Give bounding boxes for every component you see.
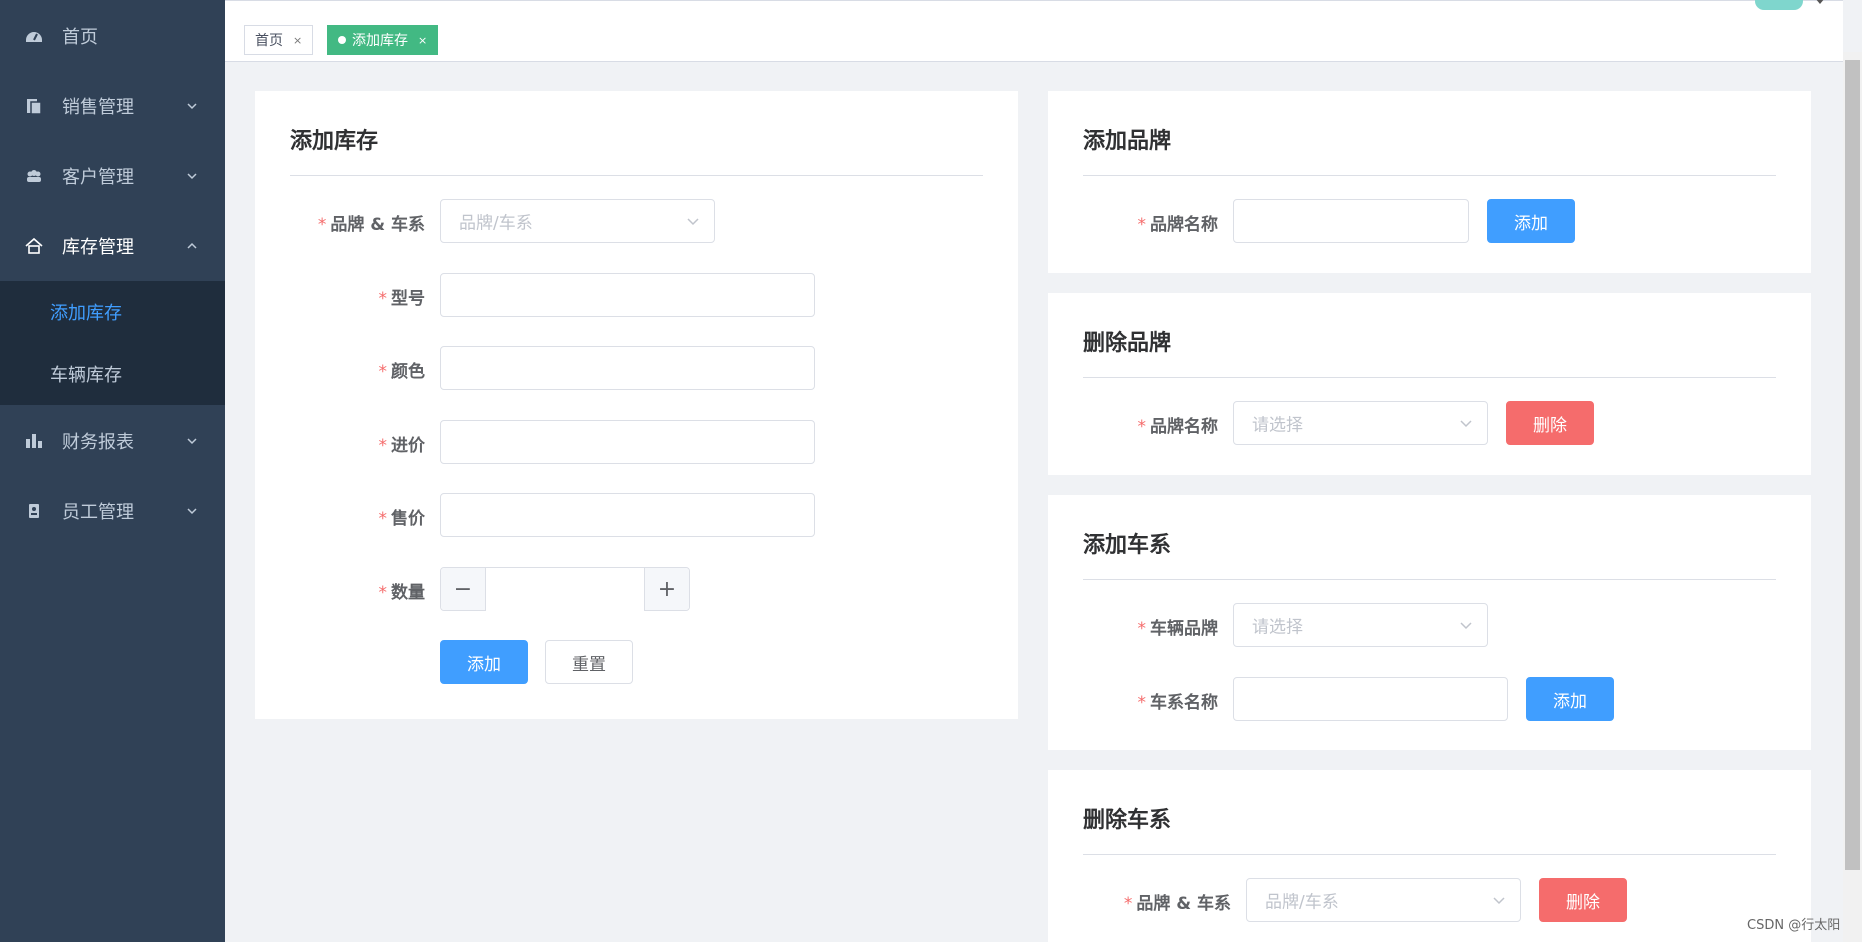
quantity-input[interactable] xyxy=(486,568,644,612)
divider xyxy=(1083,377,1776,378)
chevron-up-icon xyxy=(187,242,197,249)
card-title: 添加品牌 xyxy=(1083,129,1172,154)
quantity-label: * 数量 xyxy=(378,583,426,603)
card-title: 添加车系 xyxy=(1083,533,1172,558)
inventory-submenu: 添加库存 车辆库存 xyxy=(0,281,225,405)
submenu-item-label: 车辆库存 xyxy=(50,365,122,386)
series-name-input[interactable] xyxy=(1233,677,1508,721)
chevron-down-icon xyxy=(187,438,197,445)
decrement-button[interactable]: − xyxy=(441,568,486,610)
chevron-down-icon xyxy=(1460,622,1472,630)
sidebar-item-label: 销售管理 xyxy=(62,97,134,118)
delete-series-button[interactable]: 删除 xyxy=(1539,878,1627,922)
brand-series-label: * 品牌 & 车系 xyxy=(1123,894,1231,914)
avatar[interactable] xyxy=(1755,0,1803,10)
sidebar-item-label: 财务报表 xyxy=(62,432,134,453)
tag-label: 首页 xyxy=(255,33,283,49)
brand-name-label: * 品牌名称 xyxy=(1137,417,1219,437)
brand-series-select[interactable]: 品牌/车系 xyxy=(1246,878,1521,922)
vehicle-brand-select[interactable]: 请选择 xyxy=(1233,603,1488,647)
dashboard-icon xyxy=(26,32,42,42)
tag-home[interactable]: 首页 × xyxy=(244,25,314,55)
chevron-down-icon xyxy=(1460,420,1472,428)
purchase-price-input[interactable] xyxy=(440,420,815,464)
caret-down-icon[interactable] xyxy=(1815,0,1825,4)
select-placeholder: 请选择 xyxy=(1252,617,1303,638)
watermark: CSDN @行太阳 xyxy=(1747,918,1841,933)
chevron-down-icon xyxy=(1493,897,1505,905)
sidebar-item-inventory[interactable]: 库存管理 xyxy=(0,211,225,281)
home-icon xyxy=(25,237,43,254)
brand-name-label: * 品牌名称 xyxy=(1137,215,1219,235)
sidebar: 首页 销售管理 客户管理 库存管理 添加库存 车辆库存 财务报表 员工管理 xyxy=(0,0,225,942)
scrollbar-thumb[interactable] xyxy=(1845,60,1860,870)
increment-button[interactable]: + xyxy=(644,568,689,610)
divider xyxy=(290,175,983,176)
quantity-stepper: − + xyxy=(440,567,690,612)
sidebar-item-label: 库存管理 xyxy=(62,237,134,258)
series-name-label: * 车系名称 xyxy=(1137,693,1219,713)
sale-price-label: * 售价 xyxy=(378,509,426,529)
document-icon xyxy=(27,99,42,115)
add-series-card: 添加车系 * 车辆品牌 请选择 * 车系名称 添加 xyxy=(1048,495,1811,750)
submenu-item-label: 添加库存 xyxy=(50,303,122,324)
tags-view: 首页 × 添加库存 × xyxy=(225,0,1843,62)
add-stock-card: 添加库存 * 品牌 & 车系 品牌/车系 * 型号 * 颜色 * 进价 * 售价 * 数量 … xyxy=(255,91,1018,719)
vehicle-brand-label: * 车辆品牌 xyxy=(1137,619,1219,639)
add-series-button[interactable]: 添加 xyxy=(1526,677,1614,721)
sidebar-item-customers[interactable]: 客户管理 xyxy=(0,141,225,211)
model-input[interactable] xyxy=(440,273,815,317)
delete-brand-button[interactable]: 删除 xyxy=(1506,401,1594,445)
add-brand-card: 添加品牌 * 品牌名称 添加 xyxy=(1048,91,1811,273)
submenu-item-add-stock[interactable]: 添加库存 xyxy=(0,281,225,343)
chevron-down-icon xyxy=(187,103,197,110)
tag-add-stock[interactable]: 添加库存 × xyxy=(327,25,439,55)
divider xyxy=(1083,854,1776,855)
sidebar-item-label: 首页 xyxy=(62,27,98,48)
delete-brand-card: 删除品牌 * 品牌名称 请选择 删除 xyxy=(1048,293,1811,475)
select-placeholder: 请选择 xyxy=(1252,415,1303,436)
sale-price-input[interactable] xyxy=(440,493,815,537)
sidebar-item-label: 员工管理 xyxy=(62,502,134,523)
close-icon[interactable]: × xyxy=(293,34,302,47)
submenu-item-vehicle-stock[interactable]: 车辆库存 xyxy=(0,343,225,405)
reset-button[interactable]: 重置 xyxy=(545,640,633,684)
sidebar-item-finance[interactable]: 财务报表 xyxy=(0,406,225,476)
brand-select[interactable]: 请选择 xyxy=(1233,401,1488,445)
brand-series-select[interactable]: 品牌/车系 xyxy=(440,199,715,243)
color-input[interactable] xyxy=(440,346,815,390)
add-brand-button[interactable]: 添加 xyxy=(1487,199,1575,243)
bar-chart-icon xyxy=(26,434,42,448)
purchase-price-label: * 进价 xyxy=(378,436,426,456)
add-stock-button[interactable]: 添加 xyxy=(440,640,528,684)
active-dot-icon xyxy=(338,36,346,44)
sidebar-item-label: 客户管理 xyxy=(62,167,134,188)
brand-name-input[interactable] xyxy=(1233,199,1469,243)
close-icon[interactable]: × xyxy=(418,34,427,47)
model-label: * 型号 xyxy=(378,289,426,309)
divider xyxy=(1083,175,1776,176)
card-title: 删除品牌 xyxy=(1083,331,1172,356)
select-placeholder: 品牌/车系 xyxy=(459,213,533,234)
chevron-down-icon xyxy=(687,218,699,226)
card-title: 添加库存 xyxy=(290,129,379,154)
chevron-down-icon xyxy=(187,508,197,515)
sidebar-item-home[interactable]: 首页 xyxy=(0,1,225,71)
brand-series-label: * 品牌 & 车系 xyxy=(317,215,425,235)
people-icon xyxy=(27,170,41,182)
sidebar-item-sales[interactable]: 销售管理 xyxy=(0,71,225,141)
select-placeholder: 品牌/车系 xyxy=(1265,892,1339,913)
color-label: * 颜色 xyxy=(378,362,426,382)
card-title: 删除车系 xyxy=(1083,808,1172,833)
divider xyxy=(1083,579,1776,580)
badge-icon xyxy=(29,504,39,518)
tag-label: 添加库存 xyxy=(352,33,408,49)
sidebar-item-staff[interactable]: 员工管理 xyxy=(0,476,225,546)
delete-series-card: 删除车系 * 品牌 & 车系 品牌/车系 删除 xyxy=(1048,770,1811,942)
chevron-down-icon xyxy=(187,173,197,180)
